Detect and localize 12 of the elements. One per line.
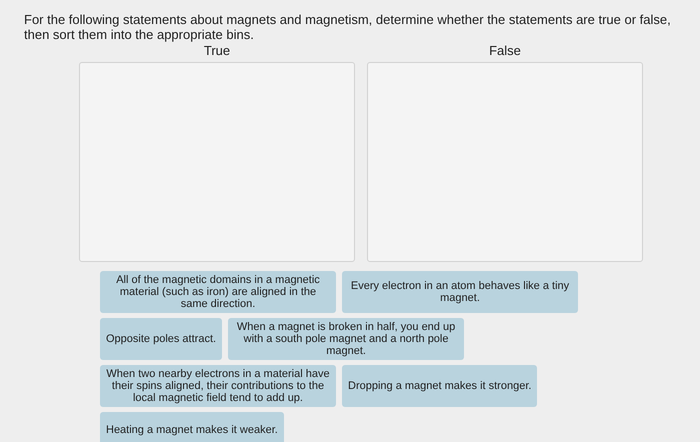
statement-card[interactable]: Heating a magnet makes it weaker.: [100, 412, 284, 442]
bin-label: True: [204, 43, 230, 58]
bin-label: False: [489, 43, 521, 58]
drop-bin[interactable]: [79, 62, 355, 262]
statement-card[interactable]: All of the magnetic domains in a magnetic material (such as iron) are aligned in the same direction.: [100, 271, 336, 313]
statement-card[interactable]: Every electron in an atom behaves like a tiny magnet.: [342, 271, 578, 313]
drop-bin[interactable]: [367, 62, 643, 262]
statement-card[interactable]: When a magnet is broken in half, you end up with a south pole magnet and a north pole magnet.: [228, 318, 464, 360]
instructions-text: For the following statements about magnets and magnetism, determine whether the statements are true or false, then sort them into the appropriate bins.: [24, 12, 672, 42]
statement-card[interactable]: Opposite poles attract.: [100, 318, 222, 360]
statement-card[interactable]: When two nearby electrons in a material have their spins aligned, their contributions to the local magnetic field tend to add up.: [100, 365, 336, 407]
statement-card[interactable]: Dropping a magnet makes it stronger.: [342, 365, 538, 407]
